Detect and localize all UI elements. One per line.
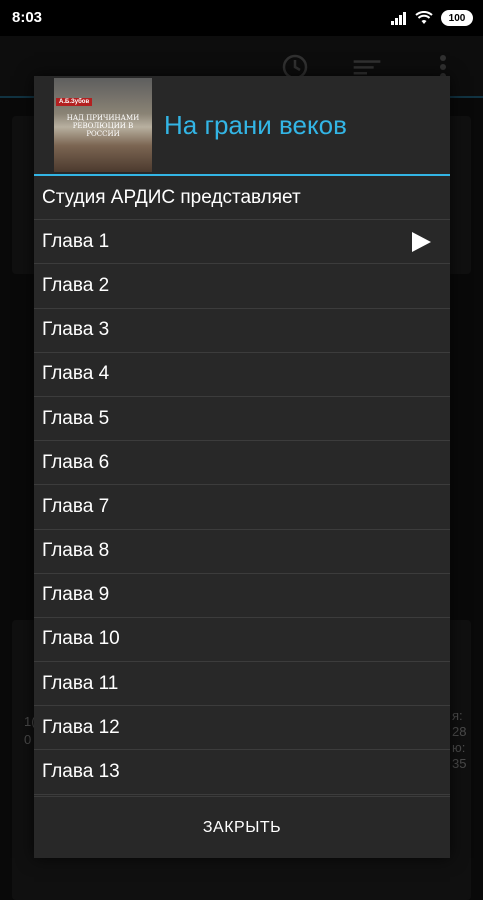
chapter-item[interactable]: Глава 1 <box>34 220 450 265</box>
cover-author-label: А.Б.Зубов <box>56 98 93 106</box>
chapter-item[interactable]: Студия АРДИС представляет <box>34 176 450 221</box>
chapter-label: Глава 12 <box>42 716 120 738</box>
dialog-footer: ЗАКРЫТЬ <box>34 796 450 858</box>
chapter-label: Глава 11 <box>42 672 119 694</box>
dialog-header: А.Б.Зубов НАД ПРИЧИНАМИ РЕВОЛЮЦИИ В РОСС… <box>34 76 450 176</box>
chapter-label: Глава 5 <box>42 407 110 429</box>
chapter-label: Глава 1 <box>42 230 110 252</box>
battery-icon: 100 <box>441 10 473 26</box>
chapter-label: Глава 13 <box>42 761 120 783</box>
status-bar: 8:03 100 <box>0 0 483 36</box>
close-button[interactable]: ЗАКРЫТЬ <box>203 819 281 837</box>
chapter-label: Глава 3 <box>42 319 110 341</box>
chapter-label: Глава 6 <box>42 451 110 473</box>
chapter-label: Глава 7 <box>42 495 110 517</box>
chapter-label: Глава 2 <box>42 274 110 296</box>
chapter-item[interactable]: Глава 4 <box>34 353 450 397</box>
chapter-label: Глава 4 <box>42 363 110 385</box>
chapter-item[interactable]: Глава 10 <box>34 618 450 663</box>
status-icons: 100 <box>391 9 473 27</box>
status-time: 8:03 <box>12 9 43 26</box>
wifi-icon <box>415 11 433 24</box>
chapter-label: Глава 8 <box>42 540 110 562</box>
chapter-list: Студия АРДИС представляет Глава 1 Глава 2 Г… <box>34 176 450 795</box>
chapter-item[interactable]: Глава 13 <box>34 750 450 795</box>
chapter-dialog: А.Б.Зубов НАД ПРИЧИНАМИ РЕВОЛЮЦИИ В РОСС… <box>34 76 450 858</box>
chapter-item[interactable]: Глава 7 <box>34 485 450 530</box>
book-cover-image: А.Б.Зубов НАД ПРИЧИНАМИ РЕВОЛЮЦИИ В РОСС… <box>54 78 152 172</box>
chapter-item[interactable]: Глава 2 <box>34 264 450 309</box>
chapter-item[interactable]: Глава 8 <box>34 530 450 574</box>
chapter-item[interactable]: Глава 5 <box>34 397 450 442</box>
chapter-item[interactable]: Глава 6 <box>34 441 450 486</box>
chapter-item[interactable]: Глава 3 <box>34 309 450 353</box>
dialog-title: На грани веков <box>164 110 347 140</box>
chapter-label: Глава 9 <box>42 584 110 606</box>
cover-title-text: НАД ПРИЧИНАМИ РЕВОЛЮЦИИ В РОССИИ <box>66 114 140 138</box>
chapter-item[interactable]: Глава 12 <box>34 706 450 751</box>
chapter-label: Глава 10 <box>42 628 120 650</box>
signal-icon <box>391 11 406 25</box>
play-icon <box>412 232 431 253</box>
chapter-item[interactable]: Глава 11 <box>34 662 450 707</box>
chapter-item[interactable]: Глава 9 <box>34 574 450 618</box>
chapter-label: Студия АРДИС представляет <box>42 186 301 208</box>
